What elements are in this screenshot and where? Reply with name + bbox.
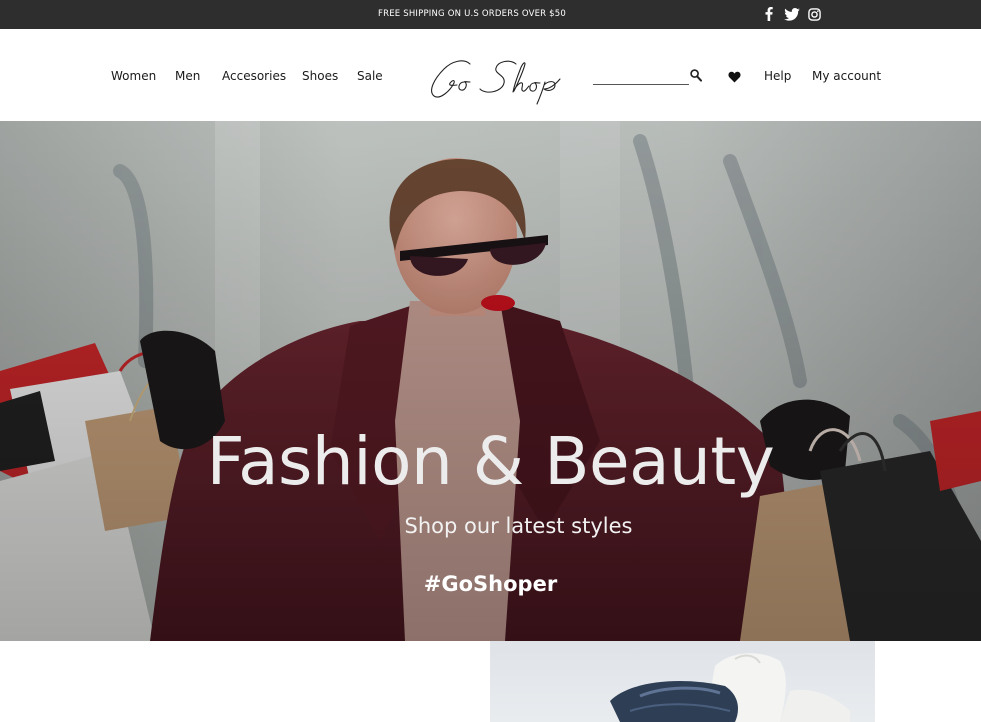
promo-bar: FREE SHIPPING ON U.S ORDERS OVER $50 [0, 0, 981, 29]
product-image[interactable] [490, 641, 875, 722]
hero-banner: Fashion & Beauty Shop our latest styles … [0, 121, 981, 641]
instagram-icon[interactable] [807, 6, 821, 22]
nav-women[interactable]: Women [111, 69, 156, 83]
twitter-icon[interactable] [783, 6, 800, 22]
help-link[interactable]: Help [764, 69, 791, 83]
search-icon[interactable] [690, 69, 702, 87]
site-header: Women Men Accesories Shoes Sale Help My … [0, 29, 981, 121]
my-account-link[interactable]: My account [812, 69, 881, 83]
nav-sale[interactable]: Sale [357, 69, 383, 83]
nav-shoes[interactable]: Shoes [302, 69, 338, 83]
heart-icon[interactable] [728, 70, 741, 88]
hero-title: Fashion & Beauty [206, 423, 775, 500]
go-shop-logo[interactable] [424, 55, 566, 105]
nav-men[interactable]: Men [175, 69, 200, 83]
nav-accesories[interactable]: Accesories [222, 69, 286, 83]
promo-text: FREE SHIPPING ON U.S ORDERS OVER $50 [378, 9, 566, 19]
search-box [593, 65, 707, 87]
search-input[interactable] [593, 65, 689, 85]
hero-image [0, 121, 981, 641]
hero-subtitle: Shop our latest styles [404, 514, 633, 538]
folded-clothes-image [610, 653, 850, 722]
facebook-icon[interactable] [763, 6, 775, 22]
hero-hashtag: #GoShoper [423, 572, 558, 596]
